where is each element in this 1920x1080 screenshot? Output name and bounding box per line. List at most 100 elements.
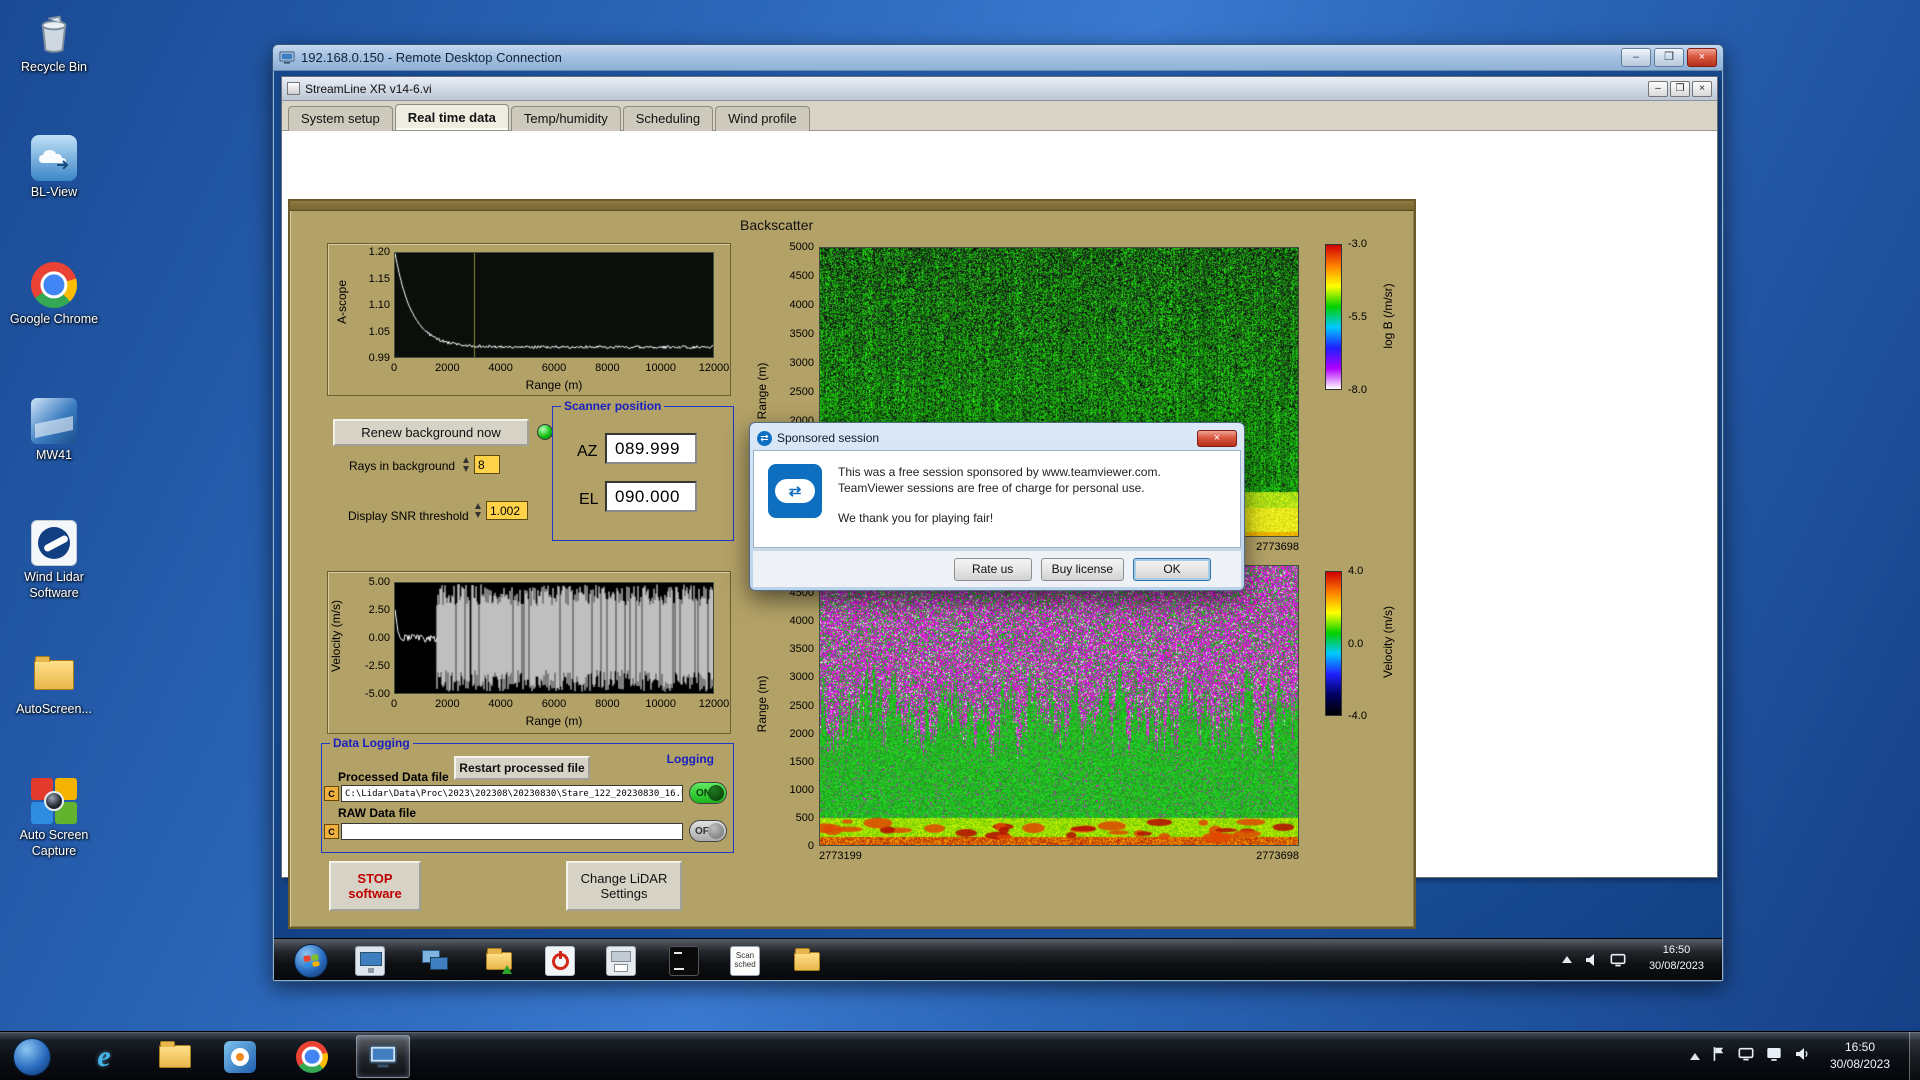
rate-us-button[interactable]: Rate us bbox=[954, 558, 1032, 581]
tick-label: 3500 bbox=[790, 643, 814, 655]
desktop-icon-label: Wind Lidar Software bbox=[6, 570, 102, 601]
tick-label: 3000 bbox=[790, 671, 814, 683]
tab-real-time-data[interactable]: Real time data bbox=[395, 104, 509, 130]
tray-arrow-icon[interactable] bbox=[1690, 1053, 1700, 1060]
remote-viewer-icon[interactable] bbox=[355, 946, 385, 976]
tick-label: -3.0 bbox=[1348, 238, 1367, 250]
toggle-knob bbox=[708, 823, 724, 839]
tab-temp-humidity[interactable]: Temp/humidity bbox=[511, 106, 621, 131]
tick-label: 4000 bbox=[790, 299, 814, 311]
tick-label: 2500 bbox=[790, 700, 814, 712]
tab-system-setup[interactable]: System setup bbox=[288, 106, 393, 131]
volume-icon[interactable] bbox=[1794, 1046, 1810, 1067]
rdp-maximize-button[interactable]: ❒ bbox=[1654, 48, 1684, 67]
rdp-minimize-button[interactable]: – bbox=[1621, 48, 1651, 67]
desktop-icon-mw41[interactable]: MW41 bbox=[6, 398, 102, 464]
a-scope-plot bbox=[394, 252, 714, 358]
remote-clock[interactable]: 16:50 30/08/2023 bbox=[1649, 943, 1704, 975]
raw-path-field[interactable] bbox=[341, 823, 683, 840]
velocity-heatmap-x-start: 2773199 bbox=[819, 850, 862, 862]
backscatter-colorbar-ticks: -3.0 -5.5 -8.0 bbox=[1344, 244, 1378, 390]
tab-scheduling[interactable]: Scheduling bbox=[623, 106, 713, 131]
tick-label: 10000 bbox=[645, 362, 676, 374]
power-off-icon[interactable] bbox=[545, 946, 575, 976]
display-tray-icon[interactable] bbox=[1766, 1046, 1782, 1067]
command-prompt-icon[interactable] bbox=[669, 946, 699, 976]
chrome-icon bbox=[31, 262, 77, 308]
tick-label: 4.0 bbox=[1348, 565, 1363, 577]
flag-icon[interactable] bbox=[1712, 1046, 1726, 1067]
folder-up-icon[interactable] bbox=[484, 946, 514, 976]
app-window-icon bbox=[287, 82, 300, 95]
stop-software-button[interactable]: STOP software bbox=[329, 861, 421, 911]
tab-wind-profile[interactable]: Wind profile bbox=[715, 106, 810, 131]
snr-value-field[interactable]: 1.002 bbox=[486, 501, 528, 520]
taskbar-file-explorer-icon[interactable] bbox=[151, 1035, 199, 1078]
taskbar-clock[interactable]: 16:50 30/08/2023 bbox=[1816, 1039, 1904, 1074]
scan-sched-icon[interactable]: Scan sched bbox=[730, 946, 760, 976]
velocity-heatmap-y-axis: 5000450040003500300025002000150010005000 bbox=[778, 565, 816, 846]
show-desktop-button[interactable] bbox=[1909, 1032, 1920, 1080]
app-close-button[interactable]: × bbox=[1692, 81, 1712, 97]
tick-label: 12000 bbox=[699, 362, 730, 374]
tick-label: 2000 bbox=[790, 728, 814, 740]
tick-label: -2.50 bbox=[365, 660, 390, 672]
raw-logging-toggle[interactable]: OFF bbox=[689, 820, 727, 842]
change-lidar-settings-button[interactable]: Change LiDAR Settings bbox=[566, 861, 682, 911]
rdp-window-icon bbox=[279, 51, 295, 65]
app-restore-button[interactable]: ❒ bbox=[1670, 81, 1690, 97]
mw41-icon bbox=[31, 398, 77, 444]
export-icon[interactable] bbox=[606, 946, 636, 976]
processed-path-field[interactable]: C:\Lidar\Data\Proc\2023\202308\20230830\… bbox=[341, 785, 683, 802]
remote-volume-icon[interactable] bbox=[1584, 952, 1600, 973]
dialog-close-button[interactable]: × bbox=[1197, 430, 1237, 447]
app-titlebar[interactable]: StreamLine XR v14-6.vi – ❒ × bbox=[282, 77, 1717, 101]
rays-value-field[interactable]: 8 bbox=[474, 455, 500, 474]
rdp-tray-icon[interactable] bbox=[1738, 1046, 1754, 1067]
taskbar-remote-desktop-button[interactable] bbox=[356, 1035, 410, 1078]
tick-label: 500 bbox=[796, 812, 814, 824]
velocity-heatmap-plot bbox=[819, 565, 1299, 846]
remote-start-orb[interactable] bbox=[294, 944, 328, 978]
desktop-icon-bl-view[interactable]: BL-View bbox=[6, 135, 102, 201]
tick-label: 3500 bbox=[790, 328, 814, 340]
el-value-field[interactable]: 090.000 bbox=[605, 481, 697, 512]
rdp-close-button[interactable]: × bbox=[1687, 48, 1717, 67]
teamviewer-title-icon: ⇄ bbox=[757, 431, 772, 446]
app-minimize-button[interactable]: – bbox=[1648, 81, 1668, 97]
tick-label: 1.20 bbox=[369, 246, 390, 258]
ok-button[interactable]: OK bbox=[1133, 558, 1211, 581]
velocity-colorbar-label: Velocity (m/s) bbox=[1381, 572, 1395, 712]
remote-tray-arrow-icon[interactable] bbox=[1562, 956, 1572, 963]
a-scope-y-axis: 1.20 1.15 1.10 1.05 0.99 bbox=[348, 252, 392, 358]
az-value-field[interactable]: 089.999 bbox=[605, 433, 697, 464]
a-scope-canvas bbox=[395, 253, 713, 357]
taskbar-chrome-icon[interactable] bbox=[288, 1035, 336, 1078]
rdp-titlebar[interactable]: 192.168.0.150 - Remote Desktop Connectio… bbox=[273, 45, 1723, 71]
buy-license-button[interactable]: Buy license bbox=[1041, 558, 1124, 581]
taskbar-internet-explorer-icon[interactable]: e bbox=[80, 1035, 128, 1078]
start-button[interactable] bbox=[6, 1035, 58, 1078]
taskbar-media-player-icon[interactable] bbox=[216, 1035, 264, 1078]
taskbar: e 16:50 30/08/2023 bbox=[0, 1031, 1920, 1080]
snr-spinner[interactable] bbox=[474, 501, 483, 520]
raw-path-drive-icon[interactable]: C bbox=[324, 824, 339, 839]
desktop-icon-auto-screen-capture[interactable]: Auto Screen Capture bbox=[6, 778, 102, 859]
processed-logging-toggle[interactable]: ON bbox=[689, 782, 727, 804]
remote-display-icon[interactable] bbox=[1610, 952, 1626, 973]
tick-label: 1.10 bbox=[369, 299, 390, 311]
desktop-icon-google-chrome[interactable]: Google Chrome bbox=[6, 262, 102, 328]
dialog-titlebar[interactable]: ⇄ Sponsored session × bbox=[753, 426, 1241, 450]
remote-folder-icon[interactable] bbox=[792, 946, 822, 976]
dual-display-icon[interactable] bbox=[420, 946, 450, 976]
backscatter-colorbar-label: log B (/m/sr) bbox=[1381, 246, 1395, 386]
rays-spinner[interactable] bbox=[462, 455, 471, 474]
processed-path-drive-icon[interactable]: C bbox=[324, 786, 339, 801]
a-scope-x-label: Range (m) bbox=[394, 378, 714, 392]
renew-background-button[interactable]: Renew background now bbox=[333, 419, 529, 446]
desktop-icon-wind-lidar[interactable]: Wind Lidar Software bbox=[6, 520, 102, 601]
dialog-line-2: TeamViewer sessions are free of charge f… bbox=[838, 480, 1230, 496]
desktop-icon-recycle-bin[interactable]: Recycle Bin bbox=[6, 10, 102, 76]
restart-processed-file-button[interactable]: Restart processed file bbox=[454, 756, 590, 780]
desktop-icon-autoscreen[interactable]: AutoScreen... bbox=[6, 652, 102, 718]
